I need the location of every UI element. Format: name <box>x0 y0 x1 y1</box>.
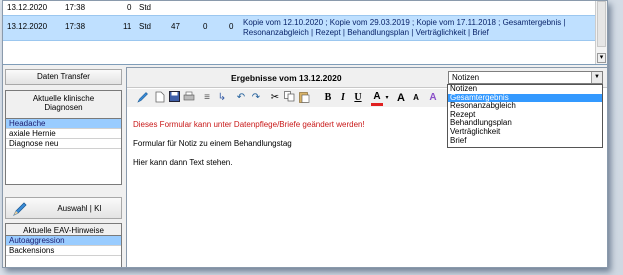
italic-button[interactable]: I <box>338 91 348 105</box>
scroll-down-icon[interactable]: ▾ <box>597 53 606 63</box>
row-value-a: 47 <box>171 22 180 31</box>
table-row-selected[interactable]: 13.12.2020 17:38 11 Std 47 0 0 Kopie vom… <box>3 15 595 41</box>
redo-icon[interactable]: ↷ <box>250 91 262 105</box>
vertical-scrollbar[interactable]: ▾ <box>595 1 607 64</box>
row-description: Kopie vom 12.10.2020 ; Kopie vom 29.03.2… <box>243 18 566 37</box>
form-type-value: Notizen <box>452 73 480 82</box>
row-count: 0 <box>127 3 132 12</box>
row-unit: Std <box>139 3 152 12</box>
shrink-font-button[interactable]: A <box>410 91 422 105</box>
underline-button[interactable]: U <box>353 91 363 105</box>
editor-line: Hier kann dann Text stehen. <box>133 158 233 167</box>
diagnosis-item[interactable]: axiale Hernie <box>6 129 121 139</box>
results-title: Ergebnisse vom 13.12.2020 <box>231 73 342 83</box>
diagnoses-header-line2: Diagnosen <box>44 103 83 112</box>
form-type-select[interactable]: Notizen ▼ <box>448 71 603 84</box>
chevron-down-icon[interactable]: ▾ <box>384 91 390 105</box>
clear-format-button[interactable]: A <box>427 91 439 105</box>
diagnoses-header-line1: Aktuelle klinische <box>32 94 95 103</box>
form-warning: Dieses Formular kann unter Datenpflege/B… <box>133 120 365 129</box>
save-icon[interactable] <box>169 91 180 105</box>
results-table: 13.12.2020 17:38 0 Std 13.12.2020 17:38 … <box>3 1 607 65</box>
note-editor[interactable]: Dieses Formular kann unter Datenpflege/B… <box>133 120 443 177</box>
cut-icon[interactable]: ✂ <box>269 91 281 105</box>
indent-icon[interactable]: ↳ <box>216 91 228 105</box>
form-type-dropdown: Notizen Gesamtergebnis Resonanzabgleich … <box>447 84 603 148</box>
undo-icon[interactable]: ↶ <box>235 91 247 105</box>
row-time: 17:38 <box>65 3 86 12</box>
row-count: 11 <box>123 22 132 31</box>
eav-item[interactable]: Backensions <box>6 246 121 256</box>
row-date: 13.12.2020 <box>7 22 48 31</box>
dropdown-option[interactable]: Brief <box>448 136 602 146</box>
paste-icon[interactable] <box>298 91 310 105</box>
scrollbar-thumb[interactable] <box>597 1 606 47</box>
row-value-b: 0 <box>203 22 208 31</box>
new-document-icon[interactable] <box>154 91 165 105</box>
format-lines-icon[interactable]: ≡ <box>201 91 213 105</box>
left-panel: Daten Transfer Aktuelle klinische Diagno… <box>3 67 124 267</box>
row-unit: Std <box>139 22 152 31</box>
auswahl-ki-button[interactable]: Auswahl | KI <box>5 197 122 219</box>
pencil-icon <box>12 201 28 219</box>
pencil-icon[interactable] <box>137 91 149 105</box>
auswahl-ki-label: Auswahl | KI <box>57 204 102 213</box>
row-date: 13.12.2020 <box>7 3 48 12</box>
diagnoses-header: Aktuelle klinische Diagnosen <box>6 91 121 119</box>
row-time: 17:38 <box>65 22 86 31</box>
bold-button[interactable]: B <box>323 91 333 105</box>
row-value-c: 0 <box>229 22 234 31</box>
diagnosis-item[interactable]: Diagnose neu <box>6 139 121 149</box>
diagnoses-box: Aktuelle klinische Diagnosen Headache ax… <box>5 90 122 185</box>
app-window: 13.12.2020 17:38 0 Std 13.12.2020 17:38 … <box>2 0 608 268</box>
diagnosis-item[interactable]: Headache <box>6 119 121 129</box>
grow-font-button[interactable]: A <box>395 91 407 105</box>
chevron-down-icon[interactable]: ▼ <box>591 72 602 83</box>
table-row[interactable]: 13.12.2020 17:38 0 Std <box>3 3 595 15</box>
editor-line: Formular für Notiz zu einem Behandlungst… <box>133 139 292 148</box>
eav-header: Aktuelle EAV-Hinweise <box>6 224 121 236</box>
copy-icon[interactable] <box>283 91 295 105</box>
eav-box: Aktuelle EAV-Hinweise Autoaggression Bac… <box>5 223 122 267</box>
font-color-button[interactable]: A <box>371 91 383 106</box>
print-icon[interactable] <box>183 91 195 105</box>
editor-toolbar: ≡ ↳ ↶ ↷ ✂ B I U A ▾ A A A <box>127 89 457 107</box>
eav-item[interactable]: Autoaggression <box>6 236 121 246</box>
data-transfer-button[interactable]: Daten Transfer <box>5 69 122 85</box>
dropdown-option[interactable]: Verträglichkeit <box>448 127 602 137</box>
